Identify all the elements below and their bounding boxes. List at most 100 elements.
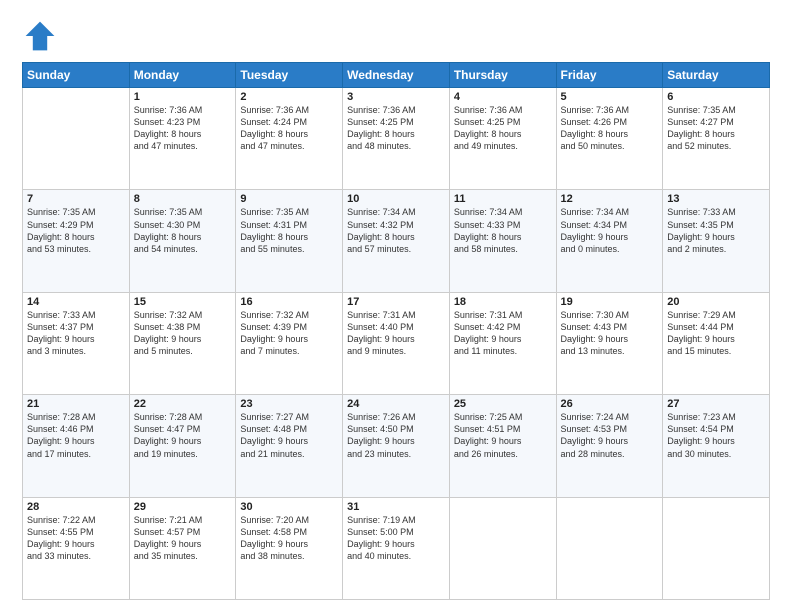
day-number: 14 bbox=[27, 296, 125, 308]
calendar-day-header: Wednesday bbox=[343, 63, 450, 88]
calendar-day-cell: 3Sunrise: 7:36 AMSunset: 4:25 PMDaylight… bbox=[343, 88, 450, 190]
day-info: Sunrise: 7:33 AMSunset: 4:37 PMDaylight:… bbox=[27, 309, 125, 358]
calendar-day-cell bbox=[23, 88, 130, 190]
logo-icon bbox=[22, 18, 58, 54]
day-number: 30 bbox=[240, 501, 338, 513]
day-number: 15 bbox=[134, 296, 232, 308]
day-number: 17 bbox=[347, 296, 445, 308]
day-number: 9 bbox=[240, 193, 338, 205]
day-number: 21 bbox=[27, 398, 125, 410]
day-number: 29 bbox=[134, 501, 232, 513]
calendar-day-header: Sunday bbox=[23, 63, 130, 88]
calendar-day-header: Thursday bbox=[449, 63, 556, 88]
day-number: 26 bbox=[561, 398, 659, 410]
day-info: Sunrise: 7:21 AMSunset: 4:57 PMDaylight:… bbox=[134, 514, 232, 563]
day-info: Sunrise: 7:31 AMSunset: 4:40 PMDaylight:… bbox=[347, 309, 445, 358]
calendar-day-cell: 28Sunrise: 7:22 AMSunset: 4:55 PMDayligh… bbox=[23, 497, 130, 599]
calendar-day-cell: 22Sunrise: 7:28 AMSunset: 4:47 PMDayligh… bbox=[129, 395, 236, 497]
calendar-day-header: Tuesday bbox=[236, 63, 343, 88]
calendar-day-cell: 15Sunrise: 7:32 AMSunset: 4:38 PMDayligh… bbox=[129, 292, 236, 394]
calendar-week-row: 1Sunrise: 7:36 AMSunset: 4:23 PMDaylight… bbox=[23, 88, 770, 190]
day-info: Sunrise: 7:31 AMSunset: 4:42 PMDaylight:… bbox=[454, 309, 552, 358]
day-info: Sunrise: 7:23 AMSunset: 4:54 PMDaylight:… bbox=[667, 411, 765, 460]
calendar-week-row: 14Sunrise: 7:33 AMSunset: 4:37 PMDayligh… bbox=[23, 292, 770, 394]
logo bbox=[22, 18, 62, 54]
day-number: 10 bbox=[347, 193, 445, 205]
calendar-day-cell: 5Sunrise: 7:36 AMSunset: 4:26 PMDaylight… bbox=[556, 88, 663, 190]
calendar-day-cell: 2Sunrise: 7:36 AMSunset: 4:24 PMDaylight… bbox=[236, 88, 343, 190]
calendar-day-cell bbox=[556, 497, 663, 599]
calendar-day-cell: 29Sunrise: 7:21 AMSunset: 4:57 PMDayligh… bbox=[129, 497, 236, 599]
day-number: 8 bbox=[134, 193, 232, 205]
day-number: 20 bbox=[667, 296, 765, 308]
day-info: Sunrise: 7:25 AMSunset: 4:51 PMDaylight:… bbox=[454, 411, 552, 460]
calendar-week-row: 28Sunrise: 7:22 AMSunset: 4:55 PMDayligh… bbox=[23, 497, 770, 599]
day-info: Sunrise: 7:20 AMSunset: 4:58 PMDaylight:… bbox=[240, 514, 338, 563]
calendar-day-cell: 25Sunrise: 7:25 AMSunset: 4:51 PMDayligh… bbox=[449, 395, 556, 497]
calendar-day-header: Monday bbox=[129, 63, 236, 88]
calendar-day-cell: 9Sunrise: 7:35 AMSunset: 4:31 PMDaylight… bbox=[236, 190, 343, 292]
calendar-day-cell: 10Sunrise: 7:34 AMSunset: 4:32 PMDayligh… bbox=[343, 190, 450, 292]
calendar-day-cell: 26Sunrise: 7:24 AMSunset: 4:53 PMDayligh… bbox=[556, 395, 663, 497]
header bbox=[22, 18, 770, 54]
day-info: Sunrise: 7:36 AMSunset: 4:26 PMDaylight:… bbox=[561, 104, 659, 153]
day-number: 25 bbox=[454, 398, 552, 410]
calendar-day-cell: 12Sunrise: 7:34 AMSunset: 4:34 PMDayligh… bbox=[556, 190, 663, 292]
day-number: 18 bbox=[454, 296, 552, 308]
day-info: Sunrise: 7:34 AMSunset: 4:33 PMDaylight:… bbox=[454, 206, 552, 255]
calendar-week-row: 7Sunrise: 7:35 AMSunset: 4:29 PMDaylight… bbox=[23, 190, 770, 292]
day-info: Sunrise: 7:26 AMSunset: 4:50 PMDaylight:… bbox=[347, 411, 445, 460]
day-info: Sunrise: 7:36 AMSunset: 4:24 PMDaylight:… bbox=[240, 104, 338, 153]
day-number: 31 bbox=[347, 501, 445, 513]
calendar-day-header: Saturday bbox=[663, 63, 770, 88]
calendar-day-cell: 6Sunrise: 7:35 AMSunset: 4:27 PMDaylight… bbox=[663, 88, 770, 190]
calendar-day-cell: 7Sunrise: 7:35 AMSunset: 4:29 PMDaylight… bbox=[23, 190, 130, 292]
day-info: Sunrise: 7:35 AMSunset: 4:30 PMDaylight:… bbox=[134, 206, 232, 255]
calendar-day-cell: 14Sunrise: 7:33 AMSunset: 4:37 PMDayligh… bbox=[23, 292, 130, 394]
day-info: Sunrise: 7:27 AMSunset: 4:48 PMDaylight:… bbox=[240, 411, 338, 460]
calendar-day-cell: 8Sunrise: 7:35 AMSunset: 4:30 PMDaylight… bbox=[129, 190, 236, 292]
calendar-header-row: SundayMondayTuesdayWednesdayThursdayFrid… bbox=[23, 63, 770, 88]
calendar-day-cell: 17Sunrise: 7:31 AMSunset: 4:40 PMDayligh… bbox=[343, 292, 450, 394]
day-number: 16 bbox=[240, 296, 338, 308]
day-info: Sunrise: 7:24 AMSunset: 4:53 PMDaylight:… bbox=[561, 411, 659, 460]
day-number: 2 bbox=[240, 91, 338, 103]
calendar-week-row: 21Sunrise: 7:28 AMSunset: 4:46 PMDayligh… bbox=[23, 395, 770, 497]
day-number: 19 bbox=[561, 296, 659, 308]
day-info: Sunrise: 7:35 AMSunset: 4:31 PMDaylight:… bbox=[240, 206, 338, 255]
day-number: 13 bbox=[667, 193, 765, 205]
day-number: 7 bbox=[27, 193, 125, 205]
day-number: 4 bbox=[454, 91, 552, 103]
day-info: Sunrise: 7:36 AMSunset: 4:25 PMDaylight:… bbox=[454, 104, 552, 153]
day-info: Sunrise: 7:29 AMSunset: 4:44 PMDaylight:… bbox=[667, 309, 765, 358]
calendar-day-cell: 18Sunrise: 7:31 AMSunset: 4:42 PMDayligh… bbox=[449, 292, 556, 394]
page: SundayMondayTuesdayWednesdayThursdayFrid… bbox=[0, 0, 792, 612]
calendar-day-cell: 30Sunrise: 7:20 AMSunset: 4:58 PMDayligh… bbox=[236, 497, 343, 599]
day-number: 23 bbox=[240, 398, 338, 410]
day-number: 22 bbox=[134, 398, 232, 410]
day-number: 6 bbox=[667, 91, 765, 103]
calendar-day-cell: 20Sunrise: 7:29 AMSunset: 4:44 PMDayligh… bbox=[663, 292, 770, 394]
day-info: Sunrise: 7:28 AMSunset: 4:46 PMDaylight:… bbox=[27, 411, 125, 460]
day-info: Sunrise: 7:22 AMSunset: 4:55 PMDaylight:… bbox=[27, 514, 125, 563]
day-number: 27 bbox=[667, 398, 765, 410]
day-number: 28 bbox=[27, 501, 125, 513]
day-number: 12 bbox=[561, 193, 659, 205]
day-info: Sunrise: 7:36 AMSunset: 4:23 PMDaylight:… bbox=[134, 104, 232, 153]
day-info: Sunrise: 7:32 AMSunset: 4:38 PMDaylight:… bbox=[134, 309, 232, 358]
day-info: Sunrise: 7:19 AMSunset: 5:00 PMDaylight:… bbox=[347, 514, 445, 563]
calendar-day-cell: 11Sunrise: 7:34 AMSunset: 4:33 PMDayligh… bbox=[449, 190, 556, 292]
calendar-day-cell bbox=[449, 497, 556, 599]
day-info: Sunrise: 7:35 AMSunset: 4:27 PMDaylight:… bbox=[667, 104, 765, 153]
day-info: Sunrise: 7:36 AMSunset: 4:25 PMDaylight:… bbox=[347, 104, 445, 153]
day-info: Sunrise: 7:28 AMSunset: 4:47 PMDaylight:… bbox=[134, 411, 232, 460]
day-number: 5 bbox=[561, 91, 659, 103]
day-info: Sunrise: 7:33 AMSunset: 4:35 PMDaylight:… bbox=[667, 206, 765, 255]
calendar-day-cell: 4Sunrise: 7:36 AMSunset: 4:25 PMDaylight… bbox=[449, 88, 556, 190]
calendar-day-cell: 24Sunrise: 7:26 AMSunset: 4:50 PMDayligh… bbox=[343, 395, 450, 497]
calendar-day-cell: 31Sunrise: 7:19 AMSunset: 5:00 PMDayligh… bbox=[343, 497, 450, 599]
day-number: 11 bbox=[454, 193, 552, 205]
day-info: Sunrise: 7:32 AMSunset: 4:39 PMDaylight:… bbox=[240, 309, 338, 358]
day-info: Sunrise: 7:34 AMSunset: 4:32 PMDaylight:… bbox=[347, 206, 445, 255]
day-info: Sunrise: 7:30 AMSunset: 4:43 PMDaylight:… bbox=[561, 309, 659, 358]
